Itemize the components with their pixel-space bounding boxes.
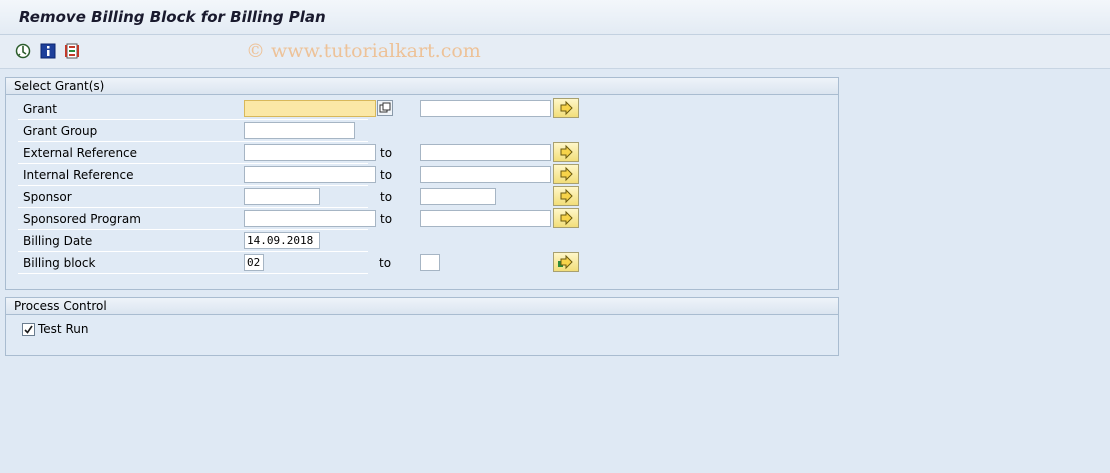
- grant-group-input[interactable]: [244, 122, 355, 139]
- sponsored-program-multiple-selection-button[interactable]: [553, 208, 579, 228]
- grant-from-input[interactable]: [244, 100, 376, 117]
- billing-date-label: Billing Date: [23, 234, 93, 248]
- sponsor-from-input[interactable]: [244, 188, 320, 205]
- sponsored-program-to-label: to: [380, 212, 393, 226]
- sponsor-to-input[interactable]: [420, 188, 496, 205]
- billing-block-label: Billing block: [23, 256, 96, 270]
- billing-date-input[interactable]: [244, 232, 320, 249]
- grant-label: Grant: [23, 102, 57, 116]
- sponsor-to-label: to: [380, 190, 393, 204]
- application-toolbar: © www.tutorialkart.com: [0, 35, 1110, 69]
- internal-reference-multiple-selection-button[interactable]: [553, 164, 579, 184]
- grant-multiple-selection-button[interactable]: [553, 98, 579, 118]
- internal-reference-from-input[interactable]: [244, 166, 376, 183]
- sponsored-program-to-input[interactable]: [420, 210, 551, 227]
- process-control-group: Process Control Test Run: [5, 297, 839, 356]
- billing-block-from-input[interactable]: [244, 254, 264, 271]
- selection-screen: Select Grant(s) Grant Grant Group Extern…: [5, 69, 1105, 473]
- search-help-icon[interactable]: [377, 100, 393, 116]
- external-reference-to-label: to: [380, 146, 393, 160]
- test-run-label: Test Run: [38, 322, 89, 336]
- select-grants-header: Select Grant(s): [6, 78, 838, 95]
- internal-reference-to-label: to: [380, 168, 393, 182]
- grant-group-label: Grant Group: [23, 124, 98, 138]
- process-control-header: Process Control: [6, 298, 838, 315]
- internal-reference-label: Internal Reference: [23, 168, 134, 182]
- internal-reference-to-input[interactable]: [420, 166, 551, 183]
- sponsored-program-from-input[interactable]: [244, 210, 376, 227]
- sponsor-multiple-selection-button[interactable]: [553, 186, 579, 206]
- test-run-checkbox[interactable]: [22, 323, 35, 336]
- external-reference-from-input[interactable]: [244, 144, 376, 161]
- info-icon[interactable]: [40, 43, 56, 59]
- billing-block-to-label: to: [379, 256, 392, 270]
- billing-block-row: Billing block: [18, 253, 368, 274]
- select-grants-group: Select Grant(s) Grant Grant Group Extern…: [5, 77, 839, 290]
- selection-options-icon[interactable]: [64, 43, 80, 59]
- grant-to-input[interactable]: [420, 100, 551, 117]
- title-bar: Remove Billing Block for Billing Plan: [0, 0, 1110, 35]
- sponsored-program-label: Sponsored Program: [23, 212, 141, 226]
- external-reference-to-input[interactable]: [420, 144, 551, 161]
- external-reference-label: External Reference: [23, 146, 138, 160]
- sponsor-label: Sponsor: [23, 190, 72, 204]
- execute-icon[interactable]: [15, 43, 31, 59]
- billing-block-multiple-selection-button[interactable]: [553, 252, 579, 272]
- watermark: © www.tutorialkart.com: [246, 40, 481, 62]
- billing-block-to-input[interactable]: [420, 254, 440, 271]
- external-reference-multiple-selection-button[interactable]: [553, 142, 579, 162]
- page-title: Remove Billing Block for Billing Plan: [19, 8, 326, 26]
